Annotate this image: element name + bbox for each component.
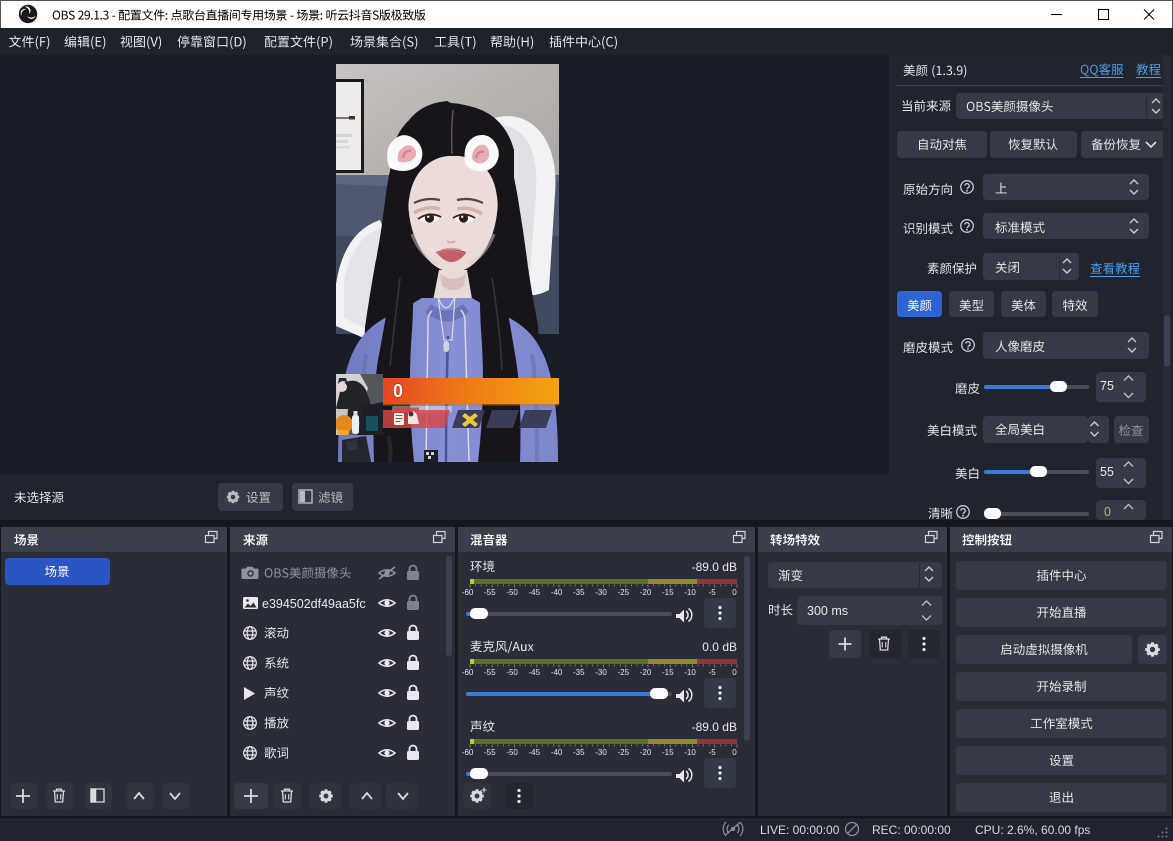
svg-text:0: 0: [393, 381, 403, 401]
